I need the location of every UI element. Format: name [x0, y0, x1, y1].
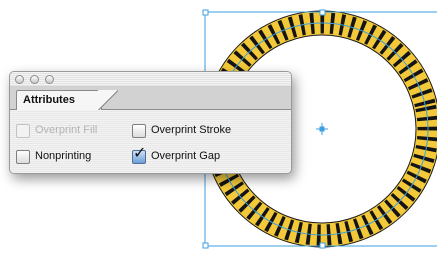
- selection-handle[interactable]: [202, 242, 209, 249]
- nonprinting-checkbox[interactable]: [16, 150, 30, 164]
- overprint-stroke-checkbox[interactable]: [132, 124, 146, 138]
- overprint-fill-checkbox: [16, 124, 30, 138]
- overprint-gap-label[interactable]: Overprint Gap: [151, 150, 220, 162]
- overprint-gap-checkbox[interactable]: ✓: [132, 146, 146, 164]
- panel-body: Overprint Fill Overprint Stroke Nonprint…: [10, 110, 291, 173]
- tab-corner-decoration: [98, 90, 118, 110]
- overprint-stroke-label[interactable]: Overprint Stroke: [151, 124, 231, 136]
- checkmark-icon: ✓: [133, 145, 147, 162]
- tab-attributes[interactable]: Attributes: [16, 90, 102, 110]
- panel-titlebar[interactable]: [10, 72, 291, 86]
- center-point-marker: [316, 123, 328, 135]
- close-button[interactable]: [15, 75, 24, 84]
- nonprinting-label[interactable]: Nonprinting: [35, 150, 91, 162]
- selection-handle[interactable]: [202, 9, 209, 16]
- zoom-button[interactable]: [45, 75, 54, 84]
- selection-handle[interactable]: [319, 9, 326, 16]
- overprint-fill-label: Overprint Fill: [35, 124, 98, 136]
- panel-tab-strip: Attributes: [10, 86, 291, 110]
- tab-attributes-label: Attributes: [23, 94, 75, 106]
- selection-handle[interactable]: [319, 242, 326, 249]
- minimize-button[interactable]: [30, 75, 39, 84]
- attributes-panel: Attributes Overprint Fill Overprint Stro…: [9, 71, 292, 174]
